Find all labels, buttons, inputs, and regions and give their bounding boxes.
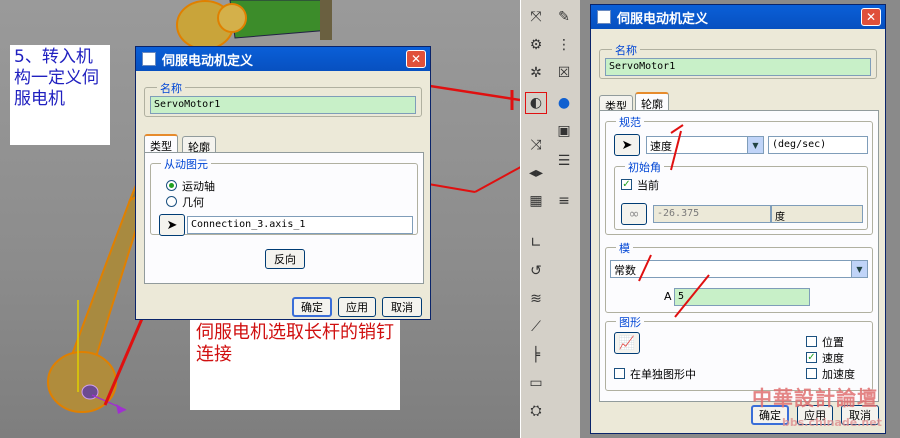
tool-cube-icon[interactable]: ▣ (553, 120, 575, 142)
velocity-checkbox[interactable]: ✓ (806, 352, 817, 363)
a-input[interactable]: 5 (674, 288, 810, 306)
name-group: 名称 ServoMotor1 (599, 42, 877, 79)
driven-entity-group: 从动图元 运动轴 几何 ➤ Connection_3.axis_1 (150, 156, 418, 236)
accel-checkbox[interactable] (806, 368, 817, 379)
step-annotation: 5、转入机构一定义伺服电机 (10, 45, 110, 145)
radio-motion-axis[interactable] (166, 180, 177, 191)
spec-group: 规范 ➤ 速度 ▼ (deg/sec) 初始角 ✓ 当前 ∞ -26.375 度 (605, 114, 873, 235)
dialog-title-bar[interactable]: 伺服电动机定义 (591, 5, 885, 29)
watermark-logo-text: 中華設計論壇 (752, 386, 878, 410)
close-icon[interactable]: ✕ (406, 50, 426, 68)
dialog-title: 伺服电动机定义 (617, 11, 709, 27)
module-group: 模 常数 ▼ A 5 (605, 240, 873, 313)
spec-select-arrow-button[interactable]: ➤ (614, 134, 640, 156)
servo-motor-icon[interactable]: ◐ (525, 92, 547, 114)
accel-checkbox-label: 加速度 (822, 368, 855, 381)
tool-connect-icon[interactable]: ⋮ (553, 34, 575, 56)
separator (580, 0, 590, 438)
name-input[interactable]: ServoMotor1 (605, 58, 871, 76)
radio-geometry[interactable] (166, 196, 177, 207)
angle-input[interactable]: -26.375 (653, 205, 771, 223)
driven-entity-label: 从动图元 (161, 156, 211, 172)
position-checkbox-label: 位置 (822, 336, 844, 349)
name-group: 名称 ServoMotor1 (144, 80, 422, 117)
servo-motor-dialog-right: 伺服电动机定义 ✕ 名称 ServoMotor1 类型 轮廓 规范 ➤ 速度 ▼… (590, 4, 886, 434)
tool-menu-icon[interactable]: ≡ (553, 190, 575, 212)
initial-angle-group: 初始角 ✓ 当前 ∞ -26.375 度 (614, 159, 868, 230)
module-select-value: 常数 (614, 264, 636, 277)
tool-drag-icon[interactable]: ⤧ (525, 6, 547, 28)
selection-field[interactable]: Connection_3.axis_1 (187, 216, 413, 234)
module-label: 模 (616, 240, 633, 256)
servo-motor-dialog-left: 伺服电动机定义 ✕ 名称 ServoMotor1 类型 轮廓 从动图元 运动轴 … (135, 46, 431, 320)
tool-close-box-icon[interactable]: ☒ (553, 62, 575, 84)
module-select[interactable]: 常数 ▼ (610, 260, 868, 278)
tool-angle-icon[interactable]: ∟ (525, 232, 547, 254)
position-checkbox[interactable] (806, 336, 817, 347)
chevron-down-icon[interactable]: ▼ (851, 261, 867, 277)
tool-curve-icon[interactable]: ↺ (525, 260, 547, 282)
angle-unit-field: 度 (771, 205, 863, 223)
apply-button[interactable]: 应用 (338, 297, 376, 317)
dialog-title: 伺服电动机定义 (162, 53, 254, 69)
mechanism-toolbar: ⤧ ✎ ⚙ ⋮ ✲ ☒ ◐ ● ▣ ⤨ ☰ ◂▸ ▦ ≡ ∟ ↺ ≋ ⟋ ╞ ▭… (520, 0, 580, 438)
current-checkbox[interactable]: ✓ (621, 179, 632, 190)
tool-sphere-icon[interactable]: ● (553, 92, 575, 114)
name-label: 名称 (612, 42, 640, 58)
tool-cog-icon[interactable]: ✲ (525, 62, 547, 84)
graph-group: 图形 📈 位置 ✓ 速度 在单独图形中 加速度 (605, 314, 873, 391)
tool-measure-icon[interactable]: ⤨ (525, 134, 547, 156)
tool-spring-icon[interactable]: ≋ (525, 288, 547, 310)
spec-unit-field: (deg/sec) (768, 136, 868, 154)
spec-select-value: 速度 (650, 140, 672, 153)
dialog-app-icon (142, 52, 156, 66)
tool-joint-icon[interactable]: ╞ (525, 344, 547, 366)
tool-arrows-icon[interactable]: ◂▸ (525, 162, 547, 184)
tool-grid-icon[interactable]: ▦ (525, 190, 547, 212)
tool-edit-icon[interactable]: ✎ (553, 6, 575, 28)
tool-box-icon[interactable]: ▭ (525, 372, 547, 394)
single-graph-checkbox[interactable] (614, 368, 625, 379)
watermark-url: bbs.chinade.net (782, 416, 882, 429)
spec-label: 规范 (616, 114, 644, 130)
single-graph-checkbox-label: 在单独图形中 (630, 368, 696, 381)
tab-profile[interactable]: 轮廓 (635, 92, 669, 111)
radio-motion-axis-label: 运动轴 (182, 180, 215, 193)
close-icon[interactable]: ✕ (861, 8, 881, 26)
profile-tab-panel: 规范 ➤ 速度 ▼ (deg/sec) 初始角 ✓ 当前 ∞ -26.375 度… (599, 110, 879, 402)
name-input[interactable]: ServoMotor1 (150, 96, 416, 114)
dialog-title-bar[interactable]: 伺服电动机定义 (136, 47, 430, 71)
velocity-checkbox-label: 速度 (822, 352, 844, 365)
graph-label: 图形 (616, 314, 644, 330)
tool-damper-icon[interactable]: ⟋ (525, 316, 547, 338)
a-label: A (664, 290, 672, 303)
tab-type[interactable]: 类型 (144, 134, 178, 153)
initial-angle-label: 初始角 (625, 159, 664, 175)
callout-annotation: 伺服电机选取长杆的销钉连接 (190, 320, 400, 410)
current-checkbox-label: 当前 (637, 179, 659, 192)
tool-list-icon[interactable]: ☰ (553, 150, 575, 172)
graph-chart-icon[interactable]: 📈 (614, 332, 640, 354)
tool-gear-icon[interactable]: ⚙ (525, 34, 547, 56)
dialog-app-icon (597, 10, 611, 24)
measure-glasses-icon[interactable]: ∞ (621, 203, 647, 225)
tool-mass-icon[interactable]: ⛭ (525, 400, 547, 422)
ok-button[interactable]: 确定 (292, 297, 332, 317)
reverse-button[interactable]: 反向 (265, 249, 305, 269)
name-label: 名称 (157, 80, 185, 96)
select-arrow-button[interactable]: ➤ (159, 214, 185, 236)
spec-select[interactable]: 速度 ▼ (646, 136, 764, 154)
cancel-button[interactable]: 取消 (382, 297, 422, 317)
type-tab-panel: 从动图元 运动轴 几何 ➤ Connection_3.axis_1 反向 (144, 152, 424, 284)
radio-geometry-label: 几何 (182, 196, 204, 209)
chevron-down-icon[interactable]: ▼ (747, 137, 763, 153)
